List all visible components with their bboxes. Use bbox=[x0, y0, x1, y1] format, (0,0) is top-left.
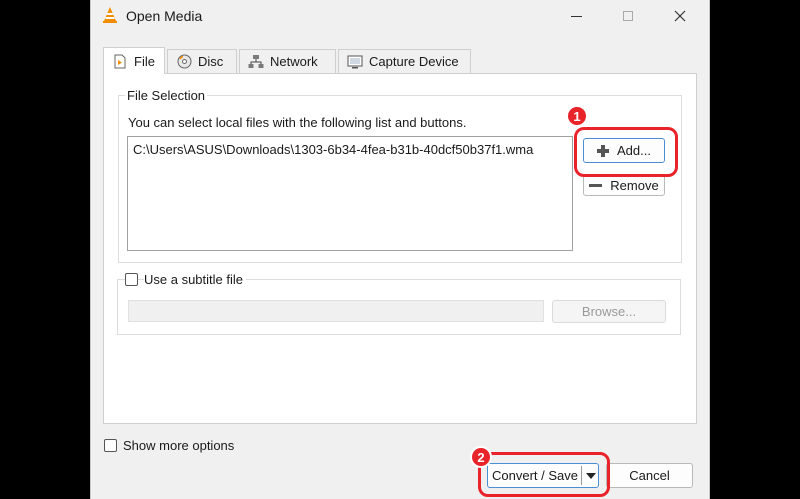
disc-icon bbox=[176, 54, 192, 70]
browse-button[interactable]: Browse... bbox=[552, 300, 666, 323]
capture-device-icon bbox=[347, 54, 363, 70]
window-title: Open Media bbox=[126, 8, 203, 24]
file-selection-description: You can select local files with the foll… bbox=[128, 115, 467, 130]
subtitle-checkbox[interactable] bbox=[125, 273, 138, 286]
title-bar[interactable]: Open Media bbox=[91, 0, 709, 32]
add-button-highlight bbox=[574, 127, 678, 177]
cancel-button[interactable]: Cancel bbox=[606, 463, 693, 488]
maximize-button[interactable] bbox=[605, 0, 651, 32]
step-1-number: 1 bbox=[573, 108, 581, 124]
network-icon bbox=[248, 54, 264, 70]
show-more-options-checkbox[interactable] bbox=[104, 439, 117, 452]
tab-disc-label: Disc bbox=[198, 54, 224, 69]
subtitle-checkbox-label[interactable]: Use a subtitle file bbox=[144, 272, 246, 287]
maximize-icon bbox=[623, 11, 633, 21]
step-2-number: 2 bbox=[477, 449, 485, 465]
tab-capture-device-label: Capture Device bbox=[369, 54, 459, 69]
remove-button-label: Remove bbox=[610, 177, 659, 193]
vlc-cone-icon bbox=[101, 6, 119, 24]
file-selection-legend: File Selection bbox=[125, 88, 208, 103]
cancel-button-label: Cancel bbox=[629, 468, 670, 483]
show-more-options-label[interactable]: Show more options bbox=[123, 438, 234, 453]
file-list[interactable]: C:\Users\ASUS\Downloads\1303-6b34-4fea-b… bbox=[127, 136, 573, 251]
minus-icon bbox=[589, 183, 603, 187]
minimize-icon bbox=[570, 15, 582, 17]
tab-file-label: File bbox=[134, 53, 155, 69]
step-1-badge: 1 bbox=[566, 105, 588, 127]
subtitle-path-field bbox=[128, 300, 544, 322]
file-icon bbox=[112, 53, 128, 69]
tab-network-label: Network bbox=[270, 54, 318, 69]
close-icon bbox=[674, 10, 686, 22]
tab-network[interactable]: Network bbox=[239, 49, 336, 73]
minimize-button[interactable] bbox=[553, 0, 599, 32]
tab-disc[interactable]: Disc bbox=[167, 49, 237, 73]
convert-save-highlight bbox=[478, 452, 610, 497]
list-item[interactable]: C:\Users\ASUS\Downloads\1303-6b34-4fea-b… bbox=[133, 142, 533, 157]
tab-capture-device[interactable]: Capture Device bbox=[338, 49, 471, 73]
tab-file[interactable]: File bbox=[103, 47, 165, 74]
close-button[interactable] bbox=[657, 0, 703, 32]
step-2-badge: 2 bbox=[470, 446, 492, 468]
browse-button-label: Browse... bbox=[581, 304, 637, 319]
remove-button[interactable]: Remove bbox=[583, 174, 665, 196]
